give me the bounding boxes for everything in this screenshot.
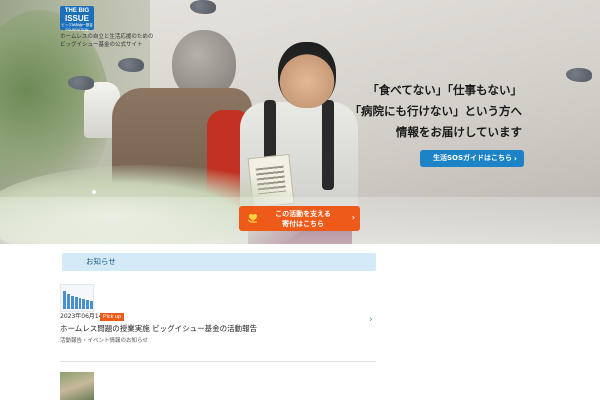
news-excerpt: 活動報告・イベント情報のお知らせ (60, 338, 148, 344)
news-thumbnail[interactable] (60, 284, 94, 312)
hero-headline-line3: 情報をお届けしています (395, 125, 522, 139)
logo-subtitle: ビッグイシュー基金 (61, 23, 93, 27)
pigeon-image (190, 0, 216, 14)
donate-button[interactable]: この活動を支える 寄付はこちら › (239, 206, 360, 231)
sos-guide-label: 生活SOSガイドはこちら (433, 154, 513, 162)
donate-label-line2: 寄付はこちら (282, 220, 324, 228)
news-thumbnail[interactable] (60, 372, 94, 400)
pigeon-image (566, 68, 592, 82)
heart-hand-icon (247, 213, 258, 223)
sos-guide-button[interactable]: 生活SOSガイドはこちら › (420, 150, 524, 167)
logo-caption-line2: ビッグイシュー基金の公式サイト (60, 42, 143, 48)
chevron-right-icon[interactable]: › (369, 315, 373, 325)
hero-headline-line2: 「病院にも行けない」という方へ (349, 104, 523, 118)
news-title[interactable]: ホームレス問題の授業実施 ビッグイシュー基金の活動報告 (60, 324, 257, 334)
chevron-right-icon: › (351, 213, 355, 222)
hero-headline-line1: 「食べてない」「仕事もない」 (367, 83, 522, 97)
donate-label-line1: この活動を支える (275, 210, 331, 218)
pigeon-image (68, 76, 94, 90)
news-section-header: お知らせ (62, 253, 376, 271)
pickup-badge: Pick up (100, 313, 125, 321)
chevron-right-icon: › (513, 154, 517, 163)
logo-caption: ホームレスの自立と生活応援のための ビッグイシュー基金の公式サイト (60, 33, 153, 49)
news-thumbnail-chart (63, 289, 93, 309)
news-divider (60, 361, 376, 362)
hero-headline: 「食べてない」「仕事もない」 「病院にも行けない」という方へ 情報をお届けしてい… (350, 80, 523, 143)
carousel-dot[interactable] (92, 190, 96, 194)
logo-caption-line1: ホームレスの自立と生活応援のための (60, 34, 154, 40)
carousel-dots (92, 179, 99, 198)
